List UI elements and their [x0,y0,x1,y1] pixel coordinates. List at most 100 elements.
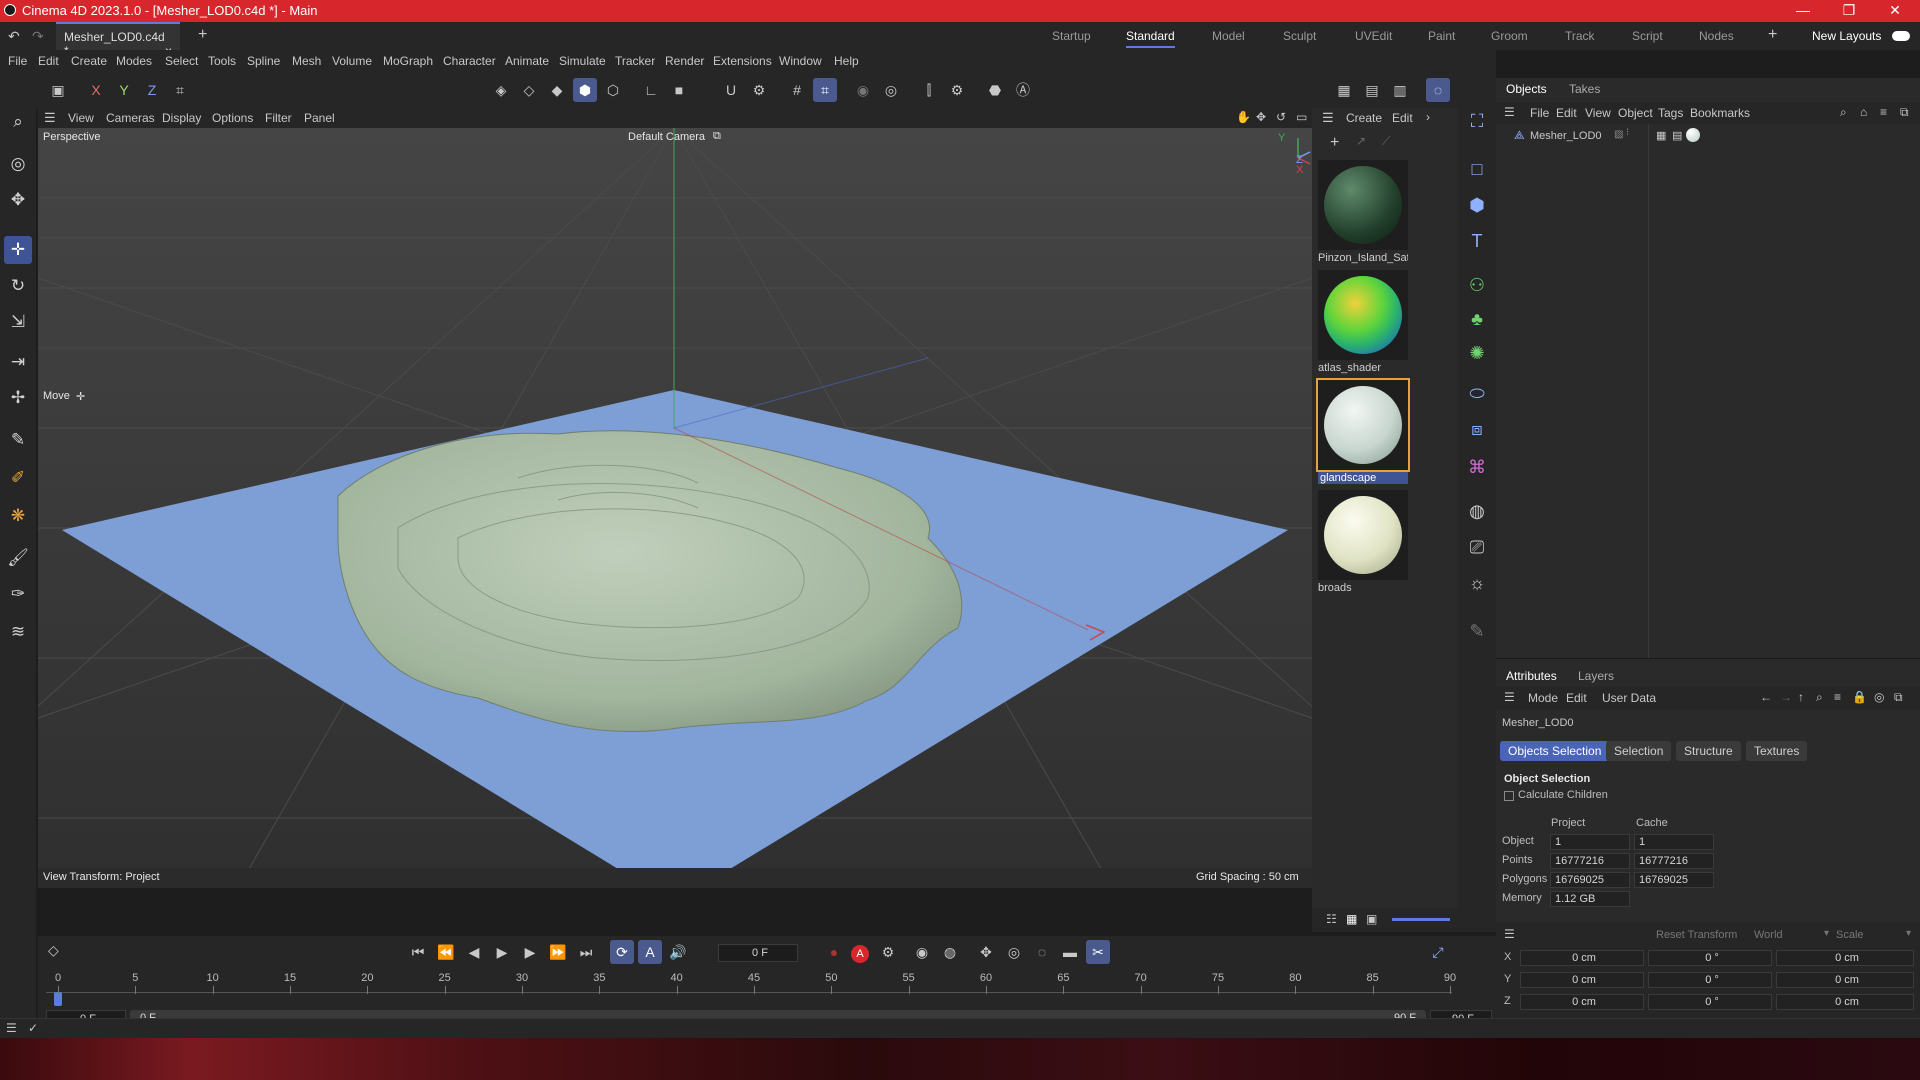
layout-tab-uvedit[interactable]: UVEdit [1355,29,1392,43]
menu-animate[interactable]: Animate [505,54,549,68]
menu-help[interactable]: Help [834,54,859,68]
menu-mograph[interactable]: MoGraph [383,54,433,68]
add-layout-icon[interactable]: + [1768,26,1777,44]
rotate-tool-icon[interactable]: ↻ [4,272,32,300]
document-tab[interactable]: Mesher_LOD0.c4d * × [56,22,180,58]
menu-character[interactable]: Character [443,54,496,68]
grid-snap-icon[interactable]: # [785,78,809,102]
viewport-menu-cameras[interactable]: Cameras [106,111,155,125]
lock-x-button[interactable]: X [84,78,108,102]
viewport-projection-label[interactable]: Perspective [43,131,100,143]
home-icon[interactable]: ⌂ [1860,105,1867,119]
points-mode-icon[interactable]: ◈ [489,78,513,102]
go-to-start-icon[interactable]: ⏮ [406,940,430,964]
objects-menu-bookmarks[interactable]: Bookmarks [1690,106,1750,120]
menu-modes[interactable]: Modes [116,54,152,68]
position-z-field[interactable]: 0 cm [1520,994,1644,1010]
attributes-menu-user-data[interactable]: User Data [1602,691,1656,705]
keyframe-selection-icon[interactable]: ⚙ [876,940,900,964]
subtab-selection[interactable]: Selection [1606,741,1672,761]
snap-icon[interactable]: U [719,78,743,102]
filter-icon[interactable]: ≡ [1880,105,1887,119]
tag-texture-icon[interactable]: ▤ [1672,129,1682,142]
layout-tab-groom[interactable]: Groom [1491,29,1528,43]
viewport-menu-panel[interactable]: Panel [304,111,335,125]
live-selection-icon[interactable]: ✥ [4,186,32,214]
light-object-icon[interactable]: ☼ [1464,570,1490,596]
spline-object-icon[interactable]: □ [1464,156,1490,182]
menu-file[interactable]: File [8,54,27,68]
objects-menu-object[interactable]: Object [1618,106,1653,120]
tag-texture-icon[interactable]: ▦ [1656,129,1666,142]
volume-icon[interactable]: ⌘ [1464,454,1490,480]
large-view-icon[interactable]: ▣ [1366,912,1377,926]
autokey-icon[interactable]: A [848,940,872,964]
pan-view-icon[interactable]: ✋ [1236,110,1251,124]
layout-tab-script[interactable]: Script [1632,29,1663,43]
layout-tab-nodes[interactable]: Nodes [1699,29,1734,43]
list-view-icon[interactable]: ☷ [1326,912,1337,926]
tab-attributes[interactable]: Attributes [1506,669,1557,683]
menu-render[interactable]: Render [665,54,704,68]
hamburger-icon[interactable]: ☰ [1504,927,1515,941]
hamburger-icon[interactable]: ☰ [44,110,56,126]
menu-volume[interactable]: Volume [332,54,372,68]
coordinate-system-icon[interactable]: ⌗ [168,78,192,102]
attributes-menu-mode[interactable]: Mode [1528,691,1558,705]
forward-arrow-icon[interactable]: → [1780,690,1792,704]
key-position-icon[interactable]: ◉ [910,940,934,964]
filter-icon[interactable]: ≡ [1834,690,1841,704]
render-picture-viewer-icon[interactable]: ▤ [1360,78,1384,102]
previous-key-icon[interactable]: ⏪ [434,940,458,964]
rotation-y-field[interactable]: 0 ° [1648,972,1772,988]
new-window-icon[interactable]: ⧉ [1894,690,1903,705]
model-mode-icon[interactable]: ⬢ [573,78,597,102]
next-key-icon[interactable]: ⏩ [546,940,570,964]
subtab-structure[interactable]: Structure [1676,741,1741,761]
undo-icon[interactable]: ↶ [8,28,20,45]
menu-tracker[interactable]: Tracker [615,54,655,68]
add-material-icon[interactable]: + [1330,134,1339,152]
material-item-selected[interactable]: glandscape [1316,378,1410,484]
menu-simulate[interactable]: Simulate [559,54,606,68]
field-icon[interactable]: ⧈ [1464,416,1490,442]
attributes-menu-edit[interactable]: Edit [1566,691,1587,705]
layer-icon[interactable]: ▨ [1614,129,1623,140]
timeline-tools-icon[interactable]: ✂ [1086,940,1110,964]
layout-tab-standard[interactable]: Standard [1126,29,1175,48]
viewport-camera-label[interactable]: Default Camera [628,131,705,143]
magnet-tool-icon[interactable]: ✑ [4,580,32,608]
material-item[interactable]: Pinzon_Island_Sat [1318,160,1408,264]
back-arrow-icon[interactable]: ← [1760,690,1772,704]
sketch-tool-icon[interactable]: ✐ [4,464,32,492]
lock-z-button[interactable]: Z [140,78,164,102]
object-name[interactable]: Mesher_LOD0 [1530,130,1602,142]
camera-object-icon[interactable]: ⎚ [1464,534,1490,560]
reset-transform-button[interactable]: Reset Transform [1656,929,1737,941]
effector-icon[interactable]: ✺ [1464,340,1490,366]
menu-spline[interactable]: Spline [247,54,280,68]
render-region-icon[interactable]: ◉ [851,78,875,102]
settings-icon[interactable]: ◎ [1874,690,1884,704]
visibility-dots-icon[interactable]: ⁝ [1626,127,1629,138]
objects-menu-file[interactable]: File [1530,106,1549,120]
subtab-objects-selection[interactable]: Objects Selection [1500,741,1610,761]
motion-icon[interactable]: ▬ [1058,940,1082,964]
menu-extensions[interactable]: Extensions [713,54,772,68]
objects-menu-edit[interactable]: Edit [1556,106,1577,120]
text-object-icon[interactable]: T [1464,228,1490,254]
camera-link-icon[interactable]: ⧉ [713,130,721,143]
symmetry-icon[interactable]: ⫿ [917,78,941,102]
scale-z-field[interactable]: 0 cm [1776,994,1914,1010]
spline-pen-icon[interactable]: ✎ [4,426,32,454]
key-scale-icon[interactable]: ✥ [974,940,998,964]
tab-objects[interactable]: Objects [1506,82,1547,96]
new-layouts-button[interactable]: New Layouts [1812,29,1881,43]
viewport-menu-view[interactable]: View [68,111,94,125]
menu-create[interactable]: Create [71,54,107,68]
minimize-button[interactable]: — [1780,0,1826,22]
restore-button[interactable]: ❐ [1826,0,1872,22]
go-to-end-icon[interactable]: ⏭ [574,940,598,964]
layout-tab-model[interactable]: Model [1212,29,1245,43]
material-tag-icon[interactable] [1686,128,1700,142]
